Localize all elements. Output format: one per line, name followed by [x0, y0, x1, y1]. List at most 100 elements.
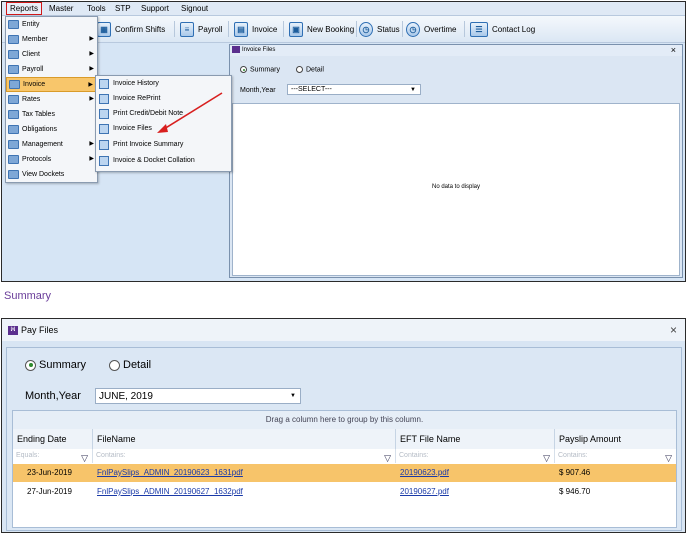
- submenu-item-invoice-history[interactable]: Invoice History: [96, 76, 231, 91]
- submenu-item-invoice-docket-collation[interactable]: Invoice & Docket Collation: [96, 153, 231, 168]
- column-header-eft-file-name[interactable]: EFT File Name: [396, 429, 555, 449]
- check-icon: [99, 155, 109, 166]
- cell-ending-date: 27-Jun-2019: [27, 487, 72, 496]
- new-booking-icon: ▣: [289, 21, 303, 37]
- column-header-file-name[interactable]: FileName: [93, 429, 396, 449]
- management-icon: [8, 140, 19, 149]
- invoice-files-window: Invoice Files × Summary Detail Month,Yea…: [229, 44, 683, 278]
- reports-menu-item-client[interactable]: Client ▶: [6, 47, 97, 62]
- confirm-shifts-button[interactable]: ▦ Confirm Shifts: [97, 20, 165, 38]
- protocols-icon: [8, 155, 19, 164]
- filter-eft-file-name[interactable]: Contains: ▽: [396, 449, 555, 463]
- new-booking-button[interactable]: ▣ New Booking: [289, 20, 354, 38]
- print-note-icon: [99, 108, 109, 119]
- menu-tools[interactable]: Tools: [84, 3, 109, 14]
- close-icon[interactable]: ×: [671, 45, 676, 56]
- client-icon: [8, 50, 19, 59]
- obligations-icon: [8, 125, 19, 134]
- filter-icon[interactable]: ▽: [543, 451, 550, 465]
- filter-icon[interactable]: ▽: [384, 451, 391, 465]
- toolbar-separator: [283, 21, 284, 37]
- submenu-item-invoice-files[interactable]: Invoice Files: [96, 121, 231, 136]
- eft-file-link[interactable]: 20190623.pdf: [396, 464, 449, 482]
- summary-radio[interactable]: Summary: [240, 66, 280, 73]
- pay-files-title: Pay Files: [21, 325, 59, 335]
- menu-stp[interactable]: STP: [112, 3, 134, 14]
- reports-menu-item-member[interactable]: Member ▶: [6, 32, 97, 47]
- menu-master[interactable]: Master: [46, 3, 76, 14]
- pay-files-grid: Drag a column here to group by this colu…: [12, 410, 677, 528]
- invoice-history-icon: [99, 78, 109, 89]
- menu-reports[interactable]: Reports: [6, 2, 43, 15]
- radio-selected-icon: [25, 359, 36, 371]
- payroll-button[interactable]: ≡ Payroll: [180, 20, 222, 38]
- invoice-button[interactable]: ▤ Invoice: [234, 20, 277, 38]
- cell-payslip-amount: $ 907.46: [559, 468, 591, 477]
- month-year-label: Month,Year: [240, 87, 276, 94]
- filter-ending-date[interactable]: Equals: ▽: [13, 449, 93, 463]
- chevron-right-icon: ▶: [89, 36, 94, 42]
- app-logo-icon: ꟽ: [8, 326, 18, 336]
- menu-signout[interactable]: Signout: [178, 3, 211, 14]
- column-header-ending-date[interactable]: Ending Date: [13, 429, 93, 449]
- detail-radio[interactable]: Detail: [109, 359, 151, 371]
- table-row[interactable]: 27-Jun-2019 FnlPaySlips_ADMIN_20190627_1…: [13, 483, 676, 501]
- reports-menu-item-entity[interactable]: Entity: [6, 17, 97, 32]
- printer-icon: [99, 139, 109, 150]
- submenu-item-print-credit-debit-note[interactable]: Print Credit/Debit Note: [96, 106, 231, 121]
- chevron-right-icon: ▶: [89, 66, 94, 72]
- contact-log-button[interactable]: ☰ Contact Log: [470, 20, 535, 38]
- radio-unselected-icon: [109, 359, 120, 371]
- group-panel[interactable]: Drag a column here to group by this colu…: [13, 411, 676, 430]
- reports-menu: Entity Member ▶ Client ▶ Payroll ▶ Invoice ▶…: [5, 16, 98, 183]
- eft-file-link[interactable]: 20190627.pdf: [396, 483, 449, 501]
- submenu-item-invoice-reprint[interactable]: Invoice RePrint: [96, 91, 231, 106]
- detail-radio[interactable]: Detail: [296, 66, 324, 73]
- table-row[interactable]: 23-Jun-2019 FnlPaySlips_ADMIN_20190623_1…: [13, 464, 676, 482]
- reports-menu-item-payroll[interactable]: Payroll ▶: [6, 62, 97, 77]
- reports-menu-item-tax-tables[interactable]: Tax Tables: [6, 107, 97, 122]
- toolbar: ▦ Confirm Shifts ≡ Payroll ▤ Invoice ▣ New B…: [2, 16, 685, 43]
- reports-menu-item-management[interactable]: Management ▶: [6, 137, 97, 152]
- chevron-right-icon: ▶: [89, 96, 94, 102]
- filter-icon[interactable]: ▽: [665, 451, 672, 465]
- radio-unselected-icon: [296, 66, 303, 73]
- reports-menu-item-protocols[interactable]: Protocols ▶: [6, 152, 97, 167]
- contact-log-icon: ☰: [470, 21, 488, 37]
- chevron-down-icon: ▼: [410, 87, 416, 93]
- reports-menu-item-rates[interactable]: Rates ▶: [6, 92, 97, 107]
- file-name-link[interactable]: FnlPaySlips_ADMIN_20190623_1631pdf: [93, 464, 243, 482]
- invoice-icon: [9, 80, 20, 89]
- view-dockets-icon: [8, 170, 19, 179]
- pay-files-titlebar: ꟽ Pay Files ×: [2, 319, 685, 341]
- invoice-files-grid: No data to display: [232, 103, 680, 276]
- tax-tables-icon: [8, 110, 19, 119]
- radio-selected-icon: [240, 66, 247, 73]
- file-name-link[interactable]: FnlPaySlips_ADMIN_20190627_1632pdf: [93, 483, 243, 501]
- chevron-down-icon: ▼: [290, 393, 296, 399]
- overtime-clock-icon: ◷: [406, 21, 420, 37]
- summary-radio[interactable]: Summary: [25, 359, 86, 371]
- close-icon[interactable]: ×: [670, 319, 677, 341]
- invoice-reprint-icon: [99, 93, 109, 104]
- reports-menu-item-obligations[interactable]: Obligations: [6, 122, 97, 137]
- month-year-label: Month,Year: [25, 390, 81, 402]
- submenu-item-print-invoice-summary[interactable]: Print Invoice Summary: [96, 137, 231, 152]
- cell-ending-date: 23-Jun-2019: [27, 468, 72, 477]
- toolbar-separator: [356, 21, 357, 37]
- menu-support[interactable]: Support: [138, 3, 172, 14]
- filter-file-name[interactable]: Contains: ▽: [93, 449, 396, 463]
- month-year-select[interactable]: JUNE, 2019 ▼: [95, 388, 301, 404]
- status-button[interactable]: ◷ Status: [359, 20, 400, 38]
- menu-bar: Reports Master Tools STP Support Signout: [2, 2, 685, 16]
- invoice-files-title: Invoice Files: [242, 47, 276, 53]
- month-year-select[interactable]: ---SELECT--- ▼: [287, 84, 421, 95]
- reports-menu-item-invoice[interactable]: Invoice ▶: [6, 77, 97, 92]
- filter-icon[interactable]: ▽: [81, 451, 88, 465]
- overtime-button[interactable]: ◷ Overtime: [406, 20, 456, 38]
- rates-icon: [8, 95, 19, 104]
- filter-payslip-amount[interactable]: Contains: ▽: [555, 449, 676, 463]
- reports-menu-item-view-dockets[interactable]: View Dockets: [6, 167, 97, 182]
- column-header-payslip-amount[interactable]: Payslip Amount: [555, 429, 676, 449]
- chevron-right-icon: ▶: [88, 82, 93, 88]
